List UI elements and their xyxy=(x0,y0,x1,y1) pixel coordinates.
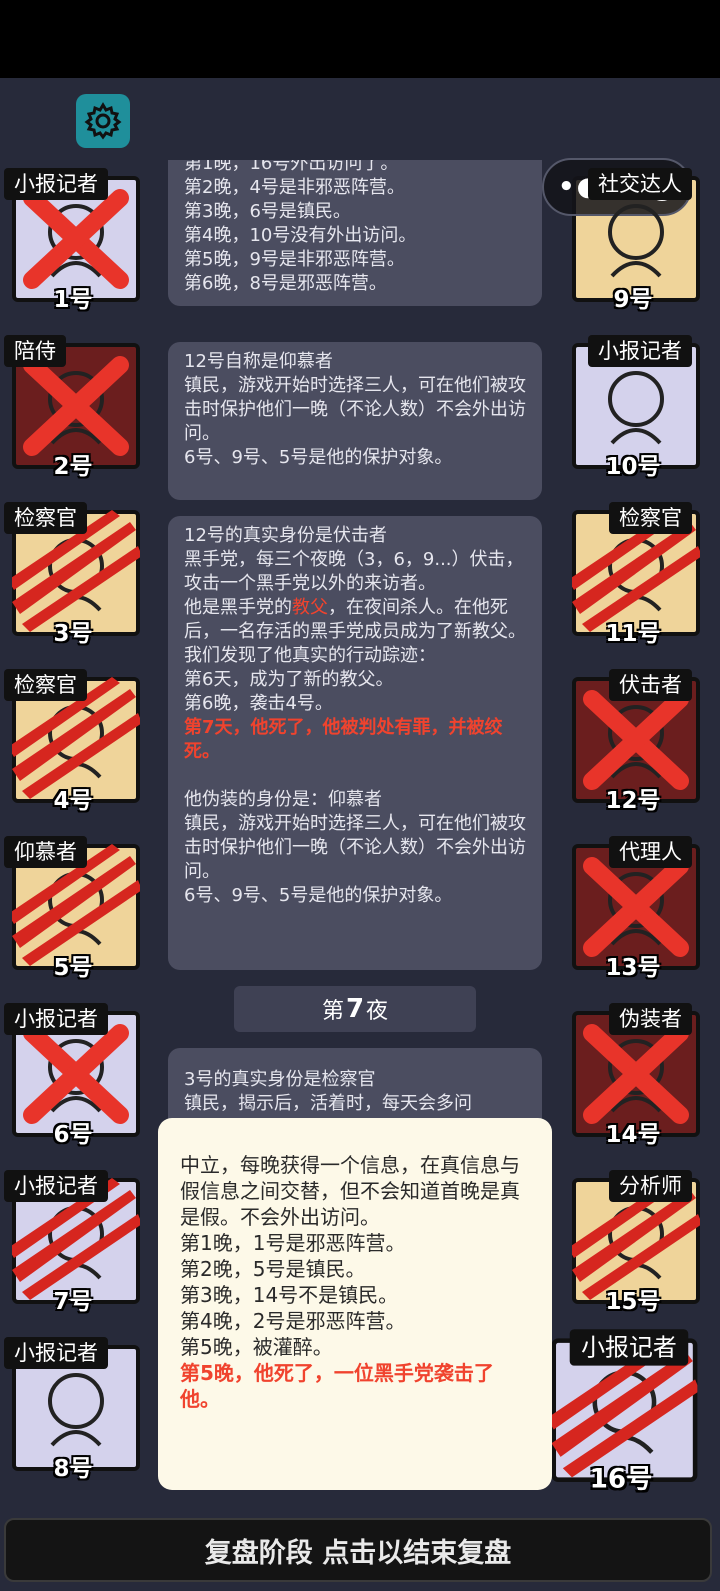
player-number: 13号 xyxy=(605,955,661,981)
player-number: 16号 xyxy=(589,1464,653,1495)
player-card[interactable]: 检察官 3号 xyxy=(4,502,142,647)
log-message-4: 3号的真实身份是检察官 镇民，揭示后，活着时，每天会多问 xyxy=(168,1048,542,1120)
role-label: 陪侍 xyxy=(4,335,66,367)
settings-button[interactable] xyxy=(76,94,130,148)
role-label: 小报记者 xyxy=(569,1329,689,1366)
player-number: 4号 xyxy=(53,788,93,814)
role-label: 仰慕者 xyxy=(4,836,87,868)
role-label: 分析师 xyxy=(609,1170,692,1202)
role-info-popup[interactable]: 中立，每晚获得一个信息，在真信息与假信息之间交替，但不会知道首晚是真是假。不会外… xyxy=(158,1118,552,1490)
player-number: 11号 xyxy=(605,621,661,647)
role-label: 小报记者 xyxy=(4,1170,108,1202)
player-card[interactable]: 小报记者 16号 xyxy=(542,1329,700,1495)
role-label: 伪装者 xyxy=(609,1003,692,1035)
player-card[interactable]: 检察官 4号 xyxy=(4,669,142,814)
player-number: 2号 xyxy=(53,454,93,480)
role-label: 社交达人 xyxy=(588,168,692,200)
role-label: 小报记者 xyxy=(4,1003,108,1035)
review-log[interactable]: 第1晚，16号外出访问了。 第2晚，4号是非邪恶阵营。 第3晚，6号是镇民。 第4晚… xyxy=(168,160,542,1120)
role-label: 小报记者 xyxy=(4,1337,108,1369)
player-card[interactable]: 小报记者 6号 xyxy=(4,1003,142,1148)
log-message-1: 第1晚，16号外出访问了。 第2晚，4号是非邪恶阵营。 第3晚，6号是镇民。 第4晚… xyxy=(168,160,542,306)
role-label: 检察官 xyxy=(4,502,87,534)
role-label: 代理人 xyxy=(609,836,692,868)
log-message-2: 12号自称是仰慕者 镇民，游戏开始时选择三人，可在他们被攻击时保护他们一晚（不论人… xyxy=(168,342,542,500)
player-number: 3号 xyxy=(53,621,93,647)
player-card[interactable]: 代理人 13号 xyxy=(564,836,702,981)
player-number: 7号 xyxy=(53,1289,93,1315)
log-message-3: 12号的真实身份是伏击者 黑手党，每三个夜晚（3，6，9...）伏击，攻击一个黑… xyxy=(168,516,542,970)
player-number: 15号 xyxy=(605,1289,661,1315)
player-number: 1号 xyxy=(53,287,93,313)
role-label: 检察官 xyxy=(4,669,87,701)
player-card[interactable]: 伪装者 14号 xyxy=(564,1003,702,1148)
role-label: 检察官 xyxy=(609,502,692,534)
player-card[interactable]: 小报记者 8号 xyxy=(4,1337,142,1482)
role-label: 小报记者 xyxy=(588,335,692,367)
player-number: 12号 xyxy=(605,788,661,814)
player-number: 8号 xyxy=(53,1456,93,1482)
player-number: 10号 xyxy=(605,454,661,480)
gear-icon xyxy=(84,102,122,140)
player-card[interactable]: 伏击者 12号 xyxy=(564,669,702,814)
night-header: 第7夜 xyxy=(234,986,476,1032)
player-card[interactable]: 小报记者 7号 xyxy=(4,1170,142,1315)
status-bar xyxy=(0,0,720,78)
role-label: 小报记者 xyxy=(4,168,108,200)
end-review-label: 复盘阶段 点击以结束复盘 xyxy=(204,1537,512,1569)
player-card[interactable]: 分析师 15号 xyxy=(564,1170,702,1315)
role-label: 伏击者 xyxy=(609,669,692,701)
player-card[interactable]: 仰慕者 5号 xyxy=(4,836,142,981)
player-number: 14号 xyxy=(605,1122,661,1148)
player-card[interactable]: 陪侍 2号 xyxy=(4,335,142,480)
player-number: 5号 xyxy=(53,955,93,981)
player-card[interactable]: 小报记者 10号 xyxy=(564,335,702,480)
player-number: 6号 xyxy=(53,1122,93,1148)
player-card[interactable]: 检察官 11号 xyxy=(564,502,702,647)
player-number: 9号 xyxy=(613,287,653,313)
player-card[interactable]: 社交达人 9号 xyxy=(564,168,702,313)
end-review-button[interactable]: 复盘阶段 点击以结束复盘 xyxy=(4,1518,712,1582)
player-card[interactable]: 小报记者 1号 xyxy=(4,168,142,313)
